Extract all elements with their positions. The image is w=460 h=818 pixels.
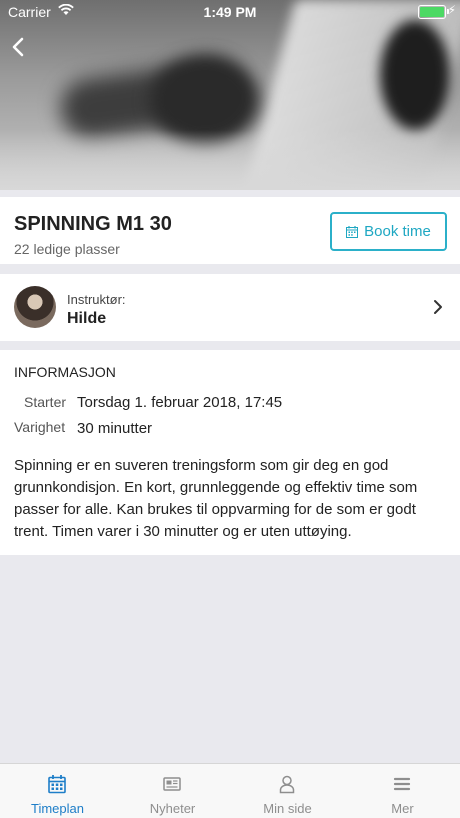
calendar-icon xyxy=(48,775,66,794)
tab-bar: Timeplan Nyheter Min side Mer xyxy=(0,763,460,818)
start-value: Torsdag 1. februar 2018, 17:45 xyxy=(77,394,283,411)
back-arrow-icon[interactable] xyxy=(6,32,36,62)
information-section: INFORMASJON Starter Torsdag 1. februar 2… xyxy=(0,350,460,555)
newspaper-icon xyxy=(163,777,181,791)
calendar-icon xyxy=(346,225,359,238)
hero-image xyxy=(0,0,460,190)
duration-value: 30 minutter xyxy=(77,420,153,437)
instructor-name: Hilde xyxy=(67,310,107,327)
information-heading: INFORMASJON xyxy=(14,364,116,380)
charging-icon: ⚡ xyxy=(447,3,456,17)
session-header: SPINNING M1 30 22 ledige plasser Book ti… xyxy=(0,197,460,264)
tab-label-min-side: Min side xyxy=(263,801,312,816)
available-places: 22 ledige plasser xyxy=(14,241,120,257)
user-icon xyxy=(279,775,295,794)
menu-icon xyxy=(393,777,411,791)
tab-min-side[interactable]: Min side xyxy=(230,764,345,818)
tab-label-mer: Mer xyxy=(391,801,414,816)
book-time-button[interactable]: Book time xyxy=(330,212,447,251)
session-description: Spinning er en suveren treningsform som … xyxy=(14,457,418,540)
instructor-row[interactable]: Instruktør: Hilde xyxy=(0,274,460,341)
start-label: Starter xyxy=(24,394,67,410)
tab-label-nyheter: Nyheter xyxy=(149,801,196,816)
book-time-label: Book time xyxy=(364,223,431,240)
tab-mer[interactable]: Mer xyxy=(345,764,460,818)
instructor-label: Instruktør: xyxy=(67,292,126,307)
tab-nyheter[interactable]: Nyheter xyxy=(115,764,230,818)
status-bar: Carrier 1:49 PM ⚡ xyxy=(0,0,460,24)
chevron-right-icon xyxy=(434,300,442,314)
clock: 1:49 PM xyxy=(203,4,257,20)
instructor-avatar xyxy=(14,286,56,328)
duration-label: Varighet xyxy=(14,419,66,435)
session-title: SPINNING M1 30 xyxy=(14,213,172,235)
battery-icon xyxy=(418,5,449,19)
tab-label-timeplan: Timeplan xyxy=(31,801,84,816)
tab-timeplan[interactable]: Timeplan xyxy=(0,764,115,818)
